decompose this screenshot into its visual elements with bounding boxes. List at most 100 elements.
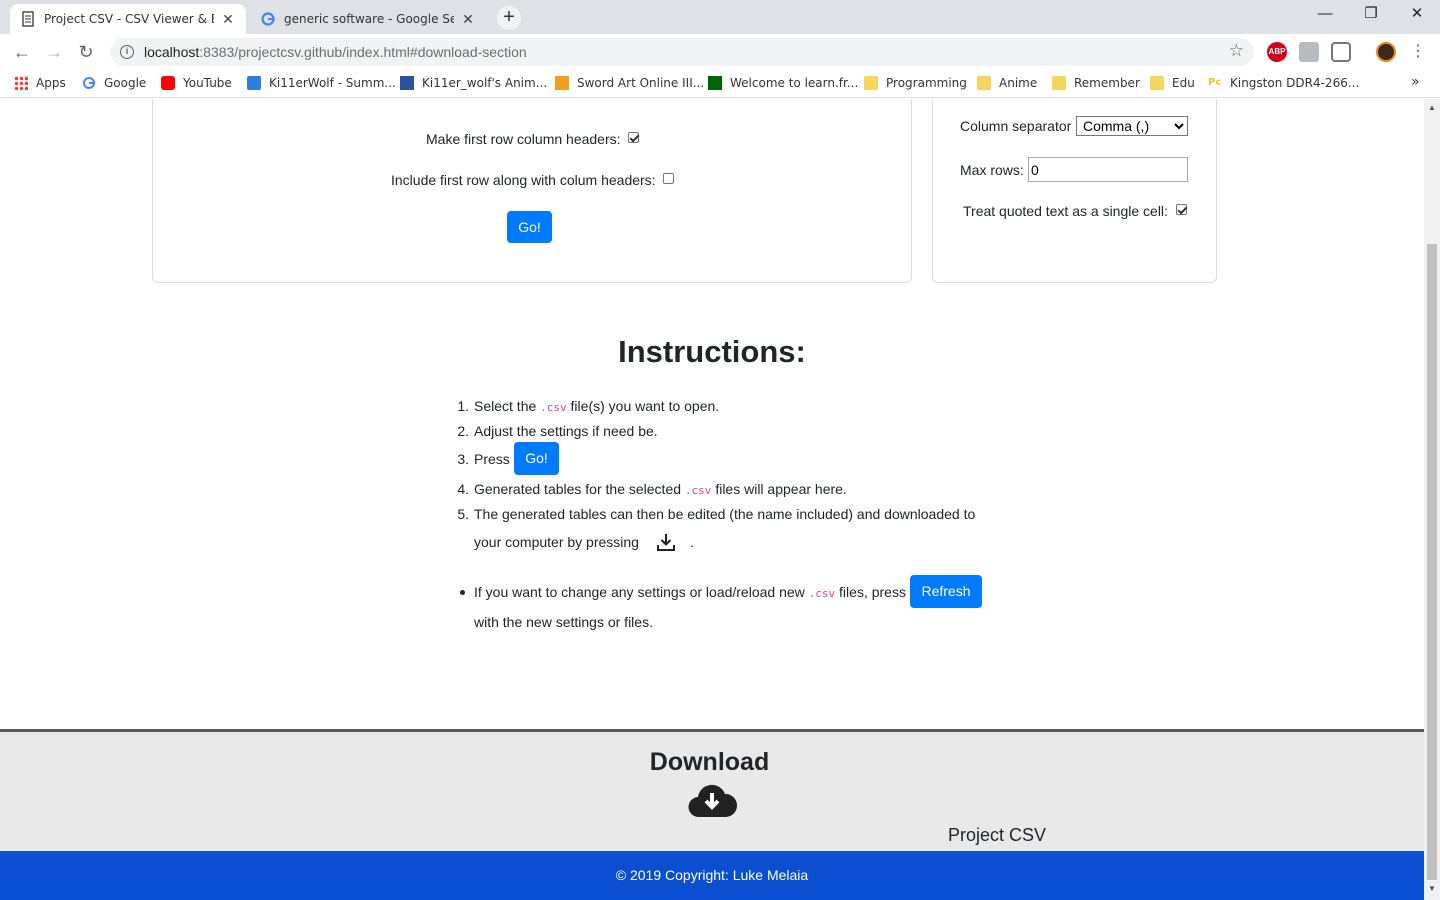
bookmark-label: Ki11erWolf - Summ... bbox=[269, 76, 396, 90]
adblock-icon[interactable]: ABP bbox=[1267, 42, 1287, 62]
note-text: If you want to change any settings or lo… bbox=[474, 584, 805, 600]
step-text: file(s) you want to open. bbox=[570, 398, 720, 414]
include-first-row-label: Include first row along with colum heade… bbox=[391, 172, 656, 188]
first-row-headers-checkbox[interactable] bbox=[628, 132, 640, 143]
bookmark-label: Sword Art Online III... bbox=[577, 76, 705, 90]
profile-avatar[interactable] bbox=[1376, 42, 1396, 62]
bookmark-sword-art-online[interactable]: Sword Art Online III... bbox=[555, 76, 704, 90]
site-icon bbox=[555, 76, 569, 90]
page-scrollbar[interactable]: ▲ ▼ bbox=[1424, 99, 1440, 900]
include-first-row-option: Include first row along with colum heade… bbox=[391, 172, 675, 188]
bookmark-folder-remember[interactable]: Remember bbox=[1052, 76, 1140, 90]
bookmark-folder-programming[interactable]: Programming bbox=[864, 76, 967, 90]
bookmark-folder-edu[interactable]: Edu bbox=[1150, 76, 1195, 90]
refresh-note-line2: with the new settings or files. bbox=[474, 614, 653, 630]
bookmark-folder-anime[interactable]: Anime bbox=[977, 76, 1037, 90]
csv-code: .csv bbox=[540, 401, 567, 414]
cloud-download-icon[interactable] bbox=[686, 783, 738, 824]
include-first-row-checkbox[interactable] bbox=[663, 173, 675, 184]
bookmark-label: Programming bbox=[886, 76, 967, 90]
bookmark-label: Ki11er_wolf's Anim... bbox=[422, 76, 548, 90]
new-tab-button[interactable]: + bbox=[497, 6, 521, 30]
bookmark-apps[interactable]: Apps bbox=[14, 76, 66, 90]
maximize-button[interactable]: ❐ bbox=[1348, 0, 1394, 30]
instruction-step-1: Select the .csv file(s) you want to open… bbox=[474, 398, 719, 414]
step-text: Select the bbox=[474, 398, 537, 414]
inline-go-button[interactable]: Go! bbox=[514, 442, 559, 475]
instructions-heading: Instructions: bbox=[618, 334, 806, 369]
column-separator-select[interactable]: Comma (,) bbox=[1076, 116, 1188, 136]
scroll-down-icon[interactable]: ▼ bbox=[1428, 884, 1436, 893]
quoted-text-checkbox[interactable] bbox=[1175, 204, 1187, 215]
first-row-headers-label: Make first row column headers: bbox=[426, 131, 621, 147]
instruction-step-2: Adjust the settings if need be. bbox=[474, 423, 658, 439]
bookmark-learn-freecodecamp[interactable]: Welcome to learn.fr... bbox=[708, 76, 858, 90]
step-5-period: . bbox=[690, 534, 694, 550]
shield-extension-icon[interactable] bbox=[1331, 42, 1351, 62]
close-tab-icon[interactable]: ✕ bbox=[460, 11, 476, 28]
bookmark-kingston-ddr4[interactable]: Pc Kingston DDR4-266... bbox=[1208, 76, 1359, 90]
bookmarks-overflow-icon[interactable]: » bbox=[1411, 74, 1420, 90]
refresh-button[interactable]: Refresh bbox=[910, 575, 982, 608]
browser-toolbar: ← → ↻ i localhost:8383/projectcsv.github… bbox=[0, 34, 1440, 70]
pc-icon: Pc bbox=[1208, 77, 1222, 88]
google-icon bbox=[260, 11, 276, 27]
quoted-text-option: Treat quoted text as a single cell: bbox=[963, 203, 1187, 219]
download-section: Download Project CSV bbox=[0, 729, 1424, 851]
download-tray-icon[interactable] bbox=[655, 531, 677, 558]
max-rows-input[interactable] bbox=[1028, 157, 1188, 182]
close-window-button[interactable]: ✕ bbox=[1394, 0, 1440, 30]
instruction-step-5: The generated tables can then be edited … bbox=[474, 506, 976, 522]
note-text: files, press bbox=[839, 584, 906, 600]
site-icon bbox=[247, 76, 261, 90]
url-host: localhost bbox=[144, 44, 200, 60]
max-rows-label: Max rows: bbox=[960, 162, 1024, 178]
forward-icon[interactable]: → bbox=[42, 40, 66, 64]
address-bar[interactable]: i localhost:8383/projectcsv.github/index… bbox=[110, 38, 1254, 66]
go-button[interactable]: Go! bbox=[507, 211, 552, 243]
close-tab-icon[interactable]: ✕ bbox=[220, 11, 236, 28]
refresh-note: If you want to change any settings or lo… bbox=[474, 584, 906, 600]
bookmark-ki11er-wolf-anim[interactable]: Ki11er_wolf's Anim... bbox=[400, 76, 547, 90]
csv-code: .csv bbox=[808, 587, 836, 600]
scrollbar-thumb[interactable] bbox=[1427, 244, 1437, 880]
step-number: 1. bbox=[457, 398, 469, 414]
bookmark-star-icon[interactable]: ☆ bbox=[1229, 41, 1244, 61]
step-number: 5. bbox=[457, 506, 469, 522]
google-icon bbox=[82, 76, 96, 90]
menu-kebab-icon[interactable]: ⋮ bbox=[1406, 40, 1430, 64]
options-card bbox=[152, 99, 912, 283]
extension-icon[interactable] bbox=[1299, 42, 1319, 62]
bookmark-label: YouTube bbox=[183, 76, 232, 90]
reload-icon[interactable]: ↻ bbox=[74, 40, 98, 64]
bookmark-label: Edu bbox=[1172, 76, 1195, 90]
info-icon[interactable]: i bbox=[120, 45, 134, 59]
youtube-icon bbox=[161, 76, 175, 90]
first-row-headers-option: Make first row column headers: bbox=[426, 131, 640, 147]
scroll-up-icon[interactable]: ▲ bbox=[1428, 103, 1436, 112]
bookmark-google[interactable]: Google bbox=[82, 76, 146, 90]
folder-icon bbox=[864, 76, 878, 90]
bookmark-ki11erwolf-summ[interactable]: Ki11erWolf - Summ... bbox=[247, 76, 396, 90]
column-separator-label: Column separator bbox=[960, 118, 1072, 134]
folder-icon bbox=[1150, 76, 1164, 90]
bookmark-label: Anime bbox=[999, 76, 1038, 90]
document-icon bbox=[20, 11, 36, 27]
step-text: files will appear here. bbox=[715, 481, 847, 497]
bookmark-label: Apps bbox=[36, 76, 66, 90]
step-number: 4. bbox=[457, 481, 469, 497]
bookmark-youtube[interactable]: YouTube bbox=[161, 76, 232, 90]
tab-title: generic software - Google Search bbox=[284, 12, 454, 26]
back-icon[interactable]: ← bbox=[10, 40, 34, 64]
tab-project-csv[interactable]: Project CSV - CSV Viewer & Editor ✕ bbox=[10, 4, 246, 34]
tab-strip: Project CSV - CSV Viewer & Editor ✕ gene… bbox=[0, 0, 1440, 34]
quoted-text-label: Treat quoted text as a single cell: bbox=[963, 203, 1168, 219]
bookmark-label: Remember bbox=[1074, 76, 1140, 90]
bookmark-label: Kingston DDR4-266... bbox=[1230, 76, 1360, 90]
folder-icon bbox=[1052, 76, 1066, 90]
url-path: :8383/projectcsv.github/index.html#downl… bbox=[199, 44, 527, 60]
step-number: 2. bbox=[457, 423, 469, 439]
minimize-button[interactable]: — bbox=[1302, 0, 1348, 30]
bullet-marker bbox=[460, 590, 465, 595]
tab-google-search[interactable]: generic software - Google Search ✕ bbox=[250, 4, 486, 34]
